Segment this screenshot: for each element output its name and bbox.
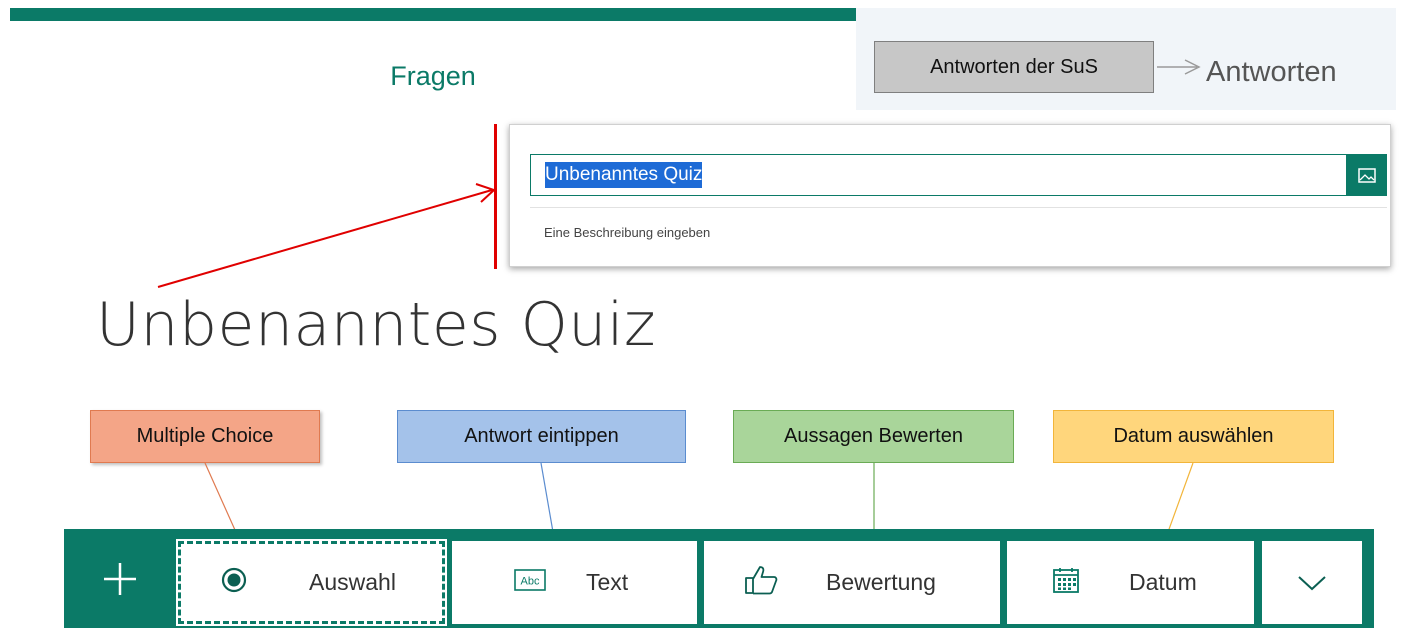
plus-icon	[104, 562, 136, 595]
tab-questions-label: Fragen	[390, 61, 476, 91]
thumbs-up-icon	[744, 565, 778, 600]
chevron-down-icon	[1298, 575, 1326, 590]
question-type-toolbar: Auswahl Abc Text Bewertung Datum	[64, 529, 1374, 628]
text-question-button[interactable]: Abc Text	[452, 541, 697, 624]
add-question-button[interactable]	[64, 529, 176, 628]
date-label: Datum	[1129, 569, 1197, 595]
abc-icon: Abc	[514, 569, 546, 596]
radio-icon	[221, 567, 247, 598]
callout-rate-statements: Aussagen Bewerten	[733, 410, 1014, 463]
tab-questions[interactable]: Fragen	[10, 8, 856, 110]
callout-multiple-choice: Multiple Choice	[90, 410, 320, 463]
title-card: Unbenanntes Quiz Eine Beschreibung einge…	[509, 124, 1391, 267]
responses-callout: Antworten der SuS	[874, 41, 1154, 93]
page-title: Unbenanntes Quiz	[96, 290, 656, 360]
description-input[interactable]: Eine Beschreibung eingeben	[544, 225, 710, 240]
more-question-types-button[interactable]	[1262, 541, 1362, 624]
calendar-icon	[1053, 567, 1079, 598]
divider	[530, 207, 1387, 208]
rating-label: Bewertung	[826, 569, 936, 595]
image-icon	[1358, 167, 1376, 183]
svg-text:Abc: Abc	[521, 576, 540, 588]
quiz-title-selection: Unbenanntes Quiz	[545, 162, 703, 188]
tab-responses-label: Antworten	[1206, 56, 1337, 88]
quiz-title-input[interactable]: Unbenanntes Quiz	[530, 154, 1347, 196]
choice-label: Auswahl	[309, 569, 396, 595]
tab-bar: Fragen Antworten	[0, 0, 1403, 110]
insert-image-button[interactable]	[1347, 154, 1387, 196]
callout-choose-date: Datum auswählen	[1053, 410, 1334, 463]
active-tab-indicator	[10, 8, 856, 21]
choice-question-button[interactable]: Auswahl	[176, 539, 447, 626]
text-label: Text	[586, 569, 629, 595]
rating-question-button[interactable]: Bewertung	[704, 541, 1000, 624]
callout-arrow-icon	[1157, 59, 1201, 75]
date-question-button[interactable]: Datum	[1007, 541, 1254, 624]
annotation-marker	[494, 124, 497, 269]
callout-type-answer: Antwort eintippen	[397, 410, 686, 463]
